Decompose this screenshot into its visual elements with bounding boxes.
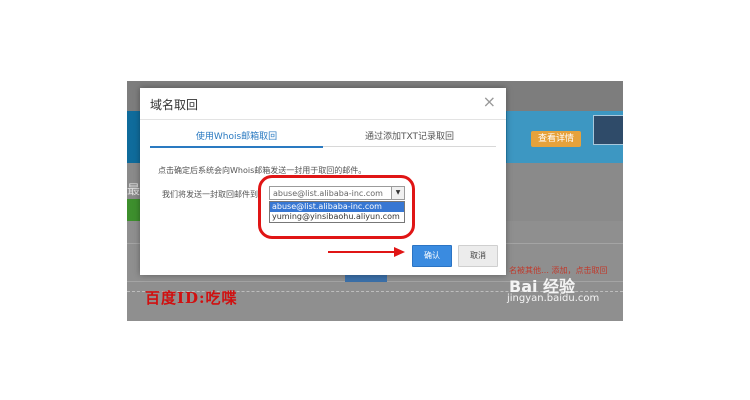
close-icon[interactable]: × (483, 92, 496, 111)
annotation-arrow-icon (328, 247, 405, 257)
background-green-marker (127, 199, 140, 221)
dialog-title: 域名取回 (150, 98, 199, 112)
cancel-button[interactable]: 取消 (458, 245, 498, 267)
tab-whois-email[interactable]: 使用Whois邮箱取回 (150, 128, 323, 148)
annotation-highlight-ring (258, 175, 415, 239)
banner-thumbnail (593, 115, 623, 145)
confirm-button[interactable]: 确认 (412, 245, 452, 267)
tab-txt-record[interactable]: 通过添加TXT记录取回 (323, 128, 496, 147)
send-email-label: 我们将发送一封取回邮件到： (162, 190, 266, 199)
retrieve-method-tabs: 使用Whois邮箱取回 通过添加TXT记录取回 (150, 128, 496, 148)
background-left-title: 最 (127, 183, 141, 198)
dialog-title-divider (140, 119, 506, 120)
banner-detail-button[interactable]: 查看详情 (531, 131, 581, 147)
baidu-jingyan-url: jingyan.baidu.com (507, 293, 600, 304)
baidu-id-watermark: 百度ID:吃喋 (145, 289, 238, 307)
domain-retrieve-dialog: 域名取回 × 使用Whois邮箱取回 通过添加TXT记录取回 点击确定后系统会向… (140, 88, 506, 275)
